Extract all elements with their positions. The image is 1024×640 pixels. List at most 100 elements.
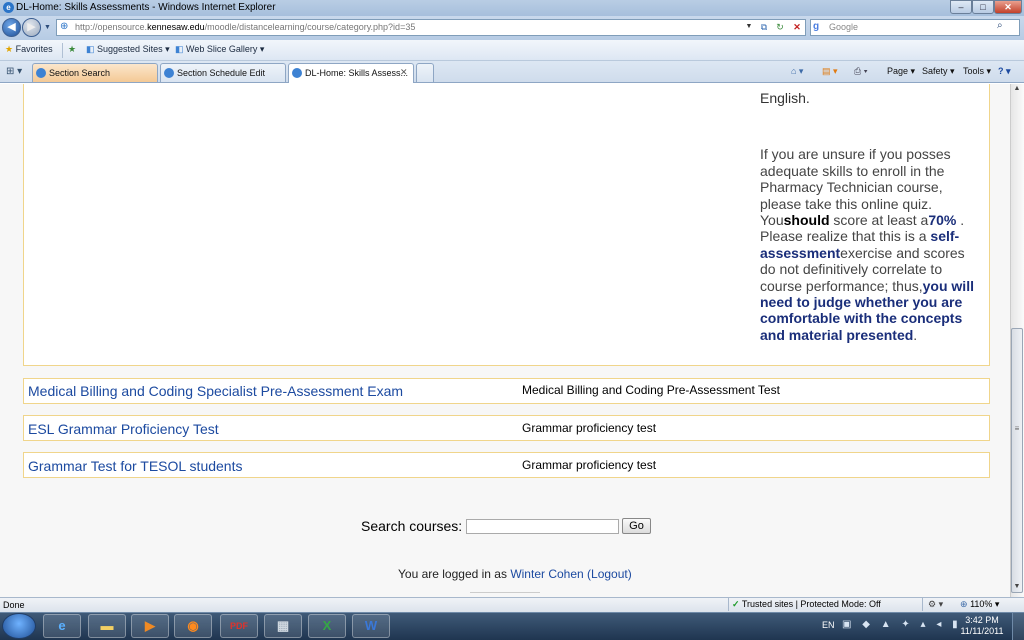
divider <box>62 43 63 58</box>
divider <box>922 598 923 611</box>
footer-divider <box>470 592 540 593</box>
course-summary: Medical Billing and Coding Pre-Assessmen… <box>522 383 780 397</box>
folder-icon[interactable]: ▬ <box>88 614 126 638</box>
login-info: You are logged in as Winter Cohen (Logou… <box>398 567 632 581</box>
system-tray-icons[interactable]: ▣ ◆ ▲ ✦ ▴ ◂ ▮ <box>842 619 962 630</box>
start-button[interactable] <box>2 613 36 639</box>
web-slice-label: Web Slice Gallery ▾ <box>186 44 265 54</box>
media-player-icon[interactable]: ▶ <box>131 614 169 638</box>
tab-skills-assessments[interactable]: DL-Home: Skills Assess... <box>288 63 414 83</box>
feeds-icon[interactable]: ▤ ▾ <box>822 66 838 77</box>
user-profile-link[interactable]: Winter Cohen <box>510 567 583 581</box>
zoom-label: 110% ▾ <box>970 599 1000 609</box>
logout-link[interactable]: (Logout) <box>587 567 632 581</box>
suggested-sites-label: Suggested Sites ▾ <box>97 44 170 54</box>
star-icon: ★ <box>5 44 14 54</box>
description-text: You <box>760 212 784 229</box>
scroll-down-arrow-icon[interactable]: ▼ <box>1011 583 1023 595</box>
security-zone[interactable]: ✓ Trusted sites | Protected Mode: Off <box>732 599 881 610</box>
status-text: Done <box>3 600 25 610</box>
url-prefix: http://opensource. <box>75 22 148 32</box>
suggested-sites-link[interactable]: ◧ Suggested Sites ▾ <box>86 44 170 55</box>
word-icon[interactable]: W <box>352 614 390 638</box>
search-courses-input[interactable] <box>466 519 619 534</box>
ie-tab-icon <box>292 68 302 78</box>
course-summary: Grammar proficiency test <box>522 458 657 472</box>
tab-section-schedule-edit[interactable]: Section Schedule Edit <box>160 63 286 82</box>
google-icon: g <box>813 21 820 32</box>
clock-date: 11/11/2011 <box>960 626 1004 636</box>
firefox-icon[interactable]: ◉ <box>174 614 212 638</box>
course-link[interactable]: ESL Grammar Proficiency Test <box>28 421 219 437</box>
new-tab-button[interactable] <box>416 63 434 82</box>
window-title: DL-Home: Skills Assessments - Windows In… <box>0 0 1024 16</box>
calculator-icon[interactable]: ▦ <box>264 614 302 638</box>
add-favorite-icon[interactable]: ★ <box>68 44 76 55</box>
refresh-icon[interactable]: ↻ <box>773 20 787 34</box>
ie-logo-icon: e <box>3 2 14 13</box>
search-icon[interactable]: ⌕ <box>997 20 1003 31</box>
course-link[interactable]: Grammar Test for TESOL students <box>28 458 242 474</box>
page-menu[interactable]: Page ▾ <box>887 66 915 77</box>
compatibility-view-icon[interactable]: ⧉ <box>757 20 771 34</box>
maximize-button[interactable]: □ <box>972 0 994 14</box>
web-slice-gallery-link[interactable]: ◧ Web Slice Gallery ▾ <box>175 44 264 55</box>
favorites-label: Favorites <box>15 44 53 54</box>
print-icon[interactable]: ⎙ ▾ <box>854 66 867 77</box>
stop-icon[interactable]: ✕ <box>790 20 804 34</box>
clock-time: 3:42 PM <box>965 615 999 625</box>
course-link[interactable]: Medical Billing and Coding Specialist Pr… <box>28 383 403 399</box>
safety-menu[interactable]: Safety ▾ <box>922 66 955 77</box>
url-host: kennesaw.edu <box>147 22 205 32</box>
category-description: English. If you are unsure if you posses… <box>760 90 982 343</box>
home-icon[interactable]: ⌂ ▾ <box>791 66 803 77</box>
description-text: If you are unsure if you posses adequate… <box>760 146 951 212</box>
quick-tabs-icon[interactable]: ⊞ ▾ <box>6 66 22 77</box>
ie-icon[interactable]: e <box>43 614 81 638</box>
history-dropdown-icon[interactable]: ▼ <box>44 24 51 31</box>
description-text: score at least a <box>829 212 929 229</box>
page-icon: ⊕ <box>60 21 69 32</box>
checkmark-icon: ✓ <box>732 599 740 609</box>
protected-mode-icon[interactable]: ⚙ ▾ <box>928 599 943 610</box>
pdf-icon[interactable]: PDF <box>220 614 258 638</box>
back-button[interactable]: ◀ <box>2 18 21 37</box>
clock[interactable]: 3:42 PM 11/11/2011 <box>960 615 1004 637</box>
ie-tab-icon <box>164 68 174 78</box>
page-icon: ◧ <box>175 44 184 54</box>
description-top: English. <box>760 90 810 106</box>
search-courses-label: Search courses: <box>361 518 463 534</box>
show-desktop-button[interactable] <box>1012 613 1024 640</box>
minimize-button[interactable]: – <box>950 0 972 14</box>
forward-button[interactable]: ▶ <box>22 18 41 37</box>
should-emphasis: should <box>783 212 830 229</box>
search-input[interactable]: Google <box>810 19 1020 36</box>
help-icon[interactable]: ? ▾ <box>998 66 1011 77</box>
zoom-level[interactable]: ⊕ 110% ▾ <box>960 599 999 610</box>
favorites-button[interactable]: ★ Favorites <box>5 44 53 55</box>
scrollbar-thumb[interactable]: ≡ <box>1011 328 1023 593</box>
tab-label: Section Search <box>49 68 111 78</box>
address-bar[interactable]: http://opensource.kennesaw.edu/moodle/di… <box>56 19 806 36</box>
tab-label: DL-Home: Skills Assess... <box>305 68 409 78</box>
zoom-icon: ⊕ <box>960 599 968 609</box>
divider <box>728 598 729 611</box>
page-icon: ◧ <box>86 44 95 54</box>
description-text: . <box>913 326 918 343</box>
excel-icon[interactable]: X <box>308 614 346 638</box>
login-prefix: You are logged in as <box>398 567 511 581</box>
tab-label: Section Schedule Edit <box>177 68 266 78</box>
close-tab-icon[interactable]: ✕ <box>400 67 408 78</box>
tab-section-search[interactable]: Section Search <box>32 63 158 82</box>
scroll-up-arrow-icon[interactable]: ▲ <box>1011 85 1023 97</box>
score-value: 70% <box>928 212 957 229</box>
search-go-button[interactable]: Go <box>622 518 651 534</box>
language-indicator[interactable]: EN <box>822 620 835 630</box>
close-window-button[interactable]: ✕ <box>994 0 1022 14</box>
tools-menu[interactable]: Tools ▾ <box>963 66 991 77</box>
description-paragraph: If you are unsure if you posses adequate… <box>760 146 982 343</box>
ie-tab-icon <box>36 68 46 78</box>
zone-label: Trusted sites | Protected Mode: Off <box>741 599 881 609</box>
address-dropdown-icon[interactable]: ▼ <box>742 20 756 34</box>
